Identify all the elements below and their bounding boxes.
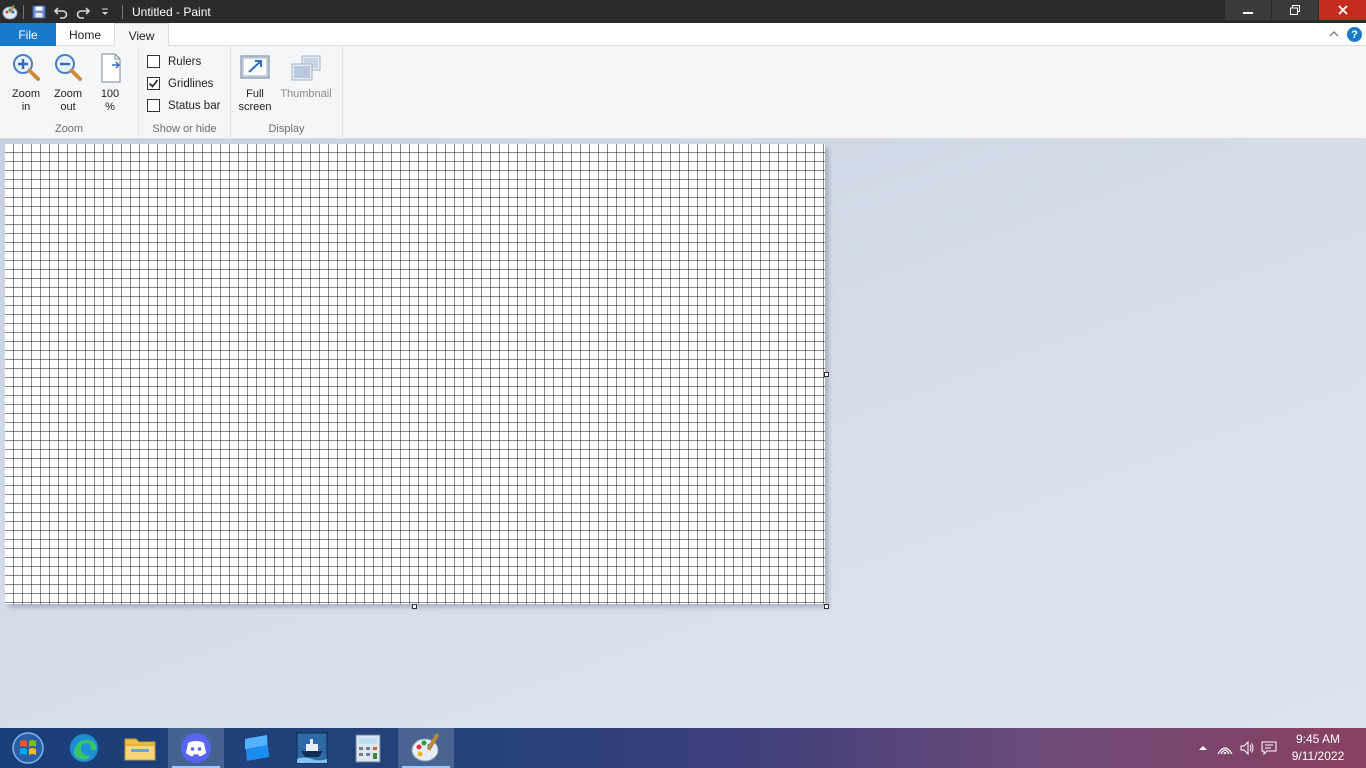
title-bar: Untitled - Paint (0, 0, 1366, 23)
group-label-display: Display (268, 123, 305, 135)
drawing-canvas[interactable] (5, 144, 825, 604)
status-bar-label: Status bar (168, 99, 221, 112)
titlebar-separator-2 (122, 4, 123, 19)
paint-icon (411, 733, 440, 762)
status-bar-checkbox-row[interactable]: Status bar (147, 99, 220, 112)
full-screen-label-1: Full (246, 88, 264, 100)
zoom-out-button[interactable]: Zoom out (50, 52, 86, 114)
full-screen-button[interactable]: Full screen (237, 52, 273, 114)
actual-size-icon (101, 53, 121, 83)
tab-file[interactable]: File (0, 23, 56, 46)
rulers-checkbox-row[interactable]: Rulers (147, 55, 201, 68)
zoom-in-label-1: Zoom (11, 88, 41, 100)
file-explorer-icon (124, 738, 156, 761)
zoom-out-label-1: Zoom (53, 88, 83, 100)
zoom-in-label-2: in (21, 101, 31, 113)
redo-icon[interactable] (73, 2, 93, 22)
roblox-studio-icon (245, 735, 269, 761)
resize-handle-right[interactable] (824, 372, 829, 377)
group-zoom: Zoom in Zoom out 100 % Zoom (0, 46, 139, 139)
minimize-button[interactable] (1225, 0, 1271, 20)
tab-view[interactable]: View (114, 23, 169, 47)
tab-home[interactable]: Home (56, 23, 114, 46)
system-clock[interactable]: 9:45 AM 9/11/2022 (1280, 731, 1356, 765)
thumbnail-icon (291, 55, 321, 81)
status-bar-checkbox[interactable] (147, 99, 160, 112)
taskbar-roblox-studio[interactable] (228, 728, 284, 768)
taskbar-paint[interactable] (398, 728, 454, 768)
taskbar-calculator[interactable] (340, 728, 396, 768)
help-icon[interactable]: ? (1347, 27, 1362, 42)
chevron-up-icon (1199, 746, 1207, 750)
full-screen-label-2: screen (238, 101, 272, 113)
clock-time: 9:45 AM (1295, 732, 1341, 746)
collapse-ribbon-icon[interactable] (1328, 28, 1340, 40)
show-hidden-icons[interactable] (1192, 728, 1214, 768)
group-label-show-or-hide: Show or hide (152, 123, 217, 135)
ship-game-icon (296, 732, 328, 764)
action-center[interactable] (1258, 728, 1280, 768)
gridlines-checkbox-row[interactable]: Gridlines (147, 77, 213, 90)
zoom-out-icon (55, 54, 82, 81)
titlebar-separator (23, 4, 24, 19)
window-controls (1224, 0, 1366, 23)
resize-handle-bottom[interactable] (412, 604, 417, 609)
zoom-out-label-2: out (60, 101, 76, 113)
speaker-icon (1240, 740, 1254, 756)
taskbar-ship-game[interactable] (284, 728, 340, 768)
clock-date: 9/11/2022 (1291, 749, 1345, 763)
taskbar: 9:45 AM 9/11/2022 (0, 728, 1366, 768)
group-display: Full screen Thumbnail Display (231, 46, 343, 139)
restore-button[interactable] (1272, 0, 1318, 20)
window-title: Untitled - Paint (132, 4, 211, 19)
system-tray: 9:45 AM 9/11/2022 (1192, 728, 1366, 768)
zoom-in-button[interactable]: Zoom in (8, 52, 44, 114)
thumbnail-label: Thumbnail (280, 88, 332, 100)
thumbnail-button[interactable]: Thumbnail (277, 52, 335, 101)
network-status[interactable] (1214, 728, 1236, 768)
canvas-workspace (0, 139, 1366, 729)
ribbon-tabs: File Home View ? (0, 23, 1366, 47)
notification-icon (1261, 741, 1277, 756)
gridlines-checkbox[interactable] (147, 77, 160, 90)
full-screen-icon (240, 55, 270, 79)
zoom-100-label-1: 100 (100, 88, 120, 100)
taskbar-edge[interactable] (56, 728, 112, 768)
volume-control[interactable] (1236, 728, 1258, 768)
calculator-icon (355, 734, 381, 763)
rulers-label: Rulers (168, 55, 202, 68)
start-orb-icon (12, 732, 44, 764)
rulers-checkbox[interactable] (147, 55, 160, 68)
undo-icon[interactable] (51, 2, 71, 22)
zoom-100-button[interactable]: 100 % (92, 52, 128, 114)
resize-handle-corner[interactable] (824, 604, 829, 609)
zoom-100-label-2: % (105, 101, 115, 113)
wifi-icon (1217, 747, 1233, 755)
taskbar-file-explorer[interactable] (112, 728, 168, 768)
ribbon-view: Zoom in Zoom out 100 % Zoom Rulers Gridl… (0, 46, 1366, 139)
group-label-zoom: Zoom (54, 123, 84, 135)
customize-quick-access-icon[interactable] (95, 2, 115, 22)
checkmark-icon (148, 79, 159, 88)
zoom-in-icon (13, 54, 40, 81)
start-button[interactable] (0, 728, 56, 768)
edge-icon (70, 734, 98, 762)
taskbar-discord[interactable] (168, 728, 224, 768)
discord-icon (181, 733, 211, 763)
save-icon[interactable] (29, 2, 49, 22)
paint-app-icon[interactable] (2, 4, 18, 20)
group-show-or-hide: Rulers Gridlines Status bar Show or hide (139, 46, 231, 139)
close-button[interactable] (1319, 0, 1366, 20)
gridlines-label: Gridlines (168, 77, 214, 90)
